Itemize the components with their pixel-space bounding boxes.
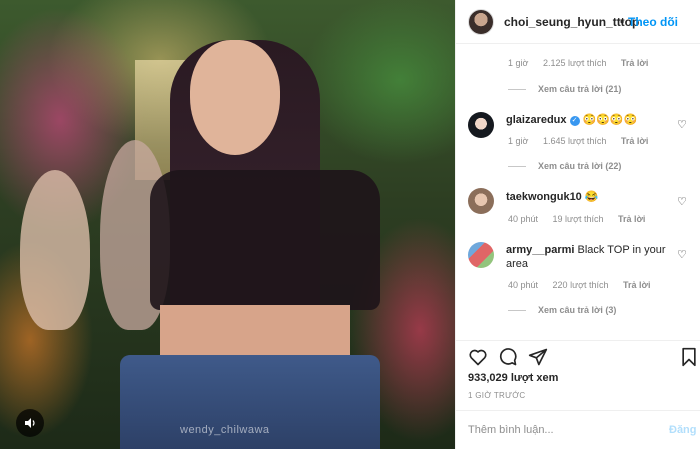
add-comment-bar: Đăng [456, 410, 700, 449]
post-comment-button[interactable]: Đăng [669, 424, 697, 436]
replies-divider [508, 309, 526, 311]
comment-meta: 1 giờ 1.645 lượt thích Trả lời [508, 136, 660, 146]
comment-meta: 1 giờ 2.125 lượt thích Trả lời [508, 58, 660, 68]
comment-time: 40 phút [508, 280, 539, 290]
view-count[interactable]: 933,029 lượt xem [468, 372, 558, 384]
comment-input[interactable] [468, 420, 648, 440]
commenter-username[interactable]: taekwonguk10 [506, 191, 582, 203]
comment-likes[interactable]: 1.645 lượt thích [543, 136, 606, 146]
bookmark-icon[interactable] [679, 347, 699, 367]
reply-button[interactable]: Trả lời [618, 214, 645, 224]
comment-likes[interactable]: 220 lượt thích [553, 280, 609, 290]
post-panel: choi_seung_hyun_tttop • Theo dõi 1 giờ 2… [455, 0, 700, 449]
commenter-avatar[interactable] [468, 242, 494, 268]
commenter-avatar[interactable] [468, 112, 494, 138]
comment-icon[interactable] [498, 347, 518, 367]
speaker-icon[interactable] [16, 409, 44, 437]
post-header: choi_seung_hyun_tttop • Theo dõi [456, 0, 700, 44]
author-avatar[interactable] [468, 9, 494, 35]
commenter-username[interactable]: army__parmi [506, 244, 575, 256]
post-actions [456, 340, 700, 370]
commenter-avatar[interactable] [468, 188, 494, 214]
main-dancer-top [150, 170, 380, 310]
comment-body: glaizaredux ✓ 😳😳😳😳 [506, 113, 666, 127]
comment-likes[interactable]: 2.125 lượt thích [543, 58, 606, 68]
comments-list[interactable]: 1 giờ 2.125 lượt thích Trả lời Xem câu t… [456, 44, 700, 334]
view-replies-label: Xem câu trả lời (22) [538, 161, 622, 171]
comment-body: army__parmi Black TOP in your area [506, 243, 666, 271]
comment-meta: 40 phút 220 lượt thích Trả lời [508, 280, 662, 290]
replies-divider [508, 88, 526, 90]
comment-meta: 40 phút 19 lượt thích Trả lời [508, 214, 657, 224]
heart-icon[interactable] [468, 347, 488, 367]
reply-button[interactable]: Trả lời [621, 58, 648, 68]
view-replies-button[interactable]: Xem câu trả lời (22) [508, 161, 621, 171]
view-replies-button[interactable]: Xem câu trả lời (21) [508, 84, 621, 94]
comment-time: 1 giờ [508, 58, 529, 68]
comment-time: 1 giờ [508, 136, 529, 146]
header-separator: • [620, 15, 625, 29]
post-video[interactable]: wendy_chilwawa [0, 0, 455, 449]
post-timestamp: 1 GIỜ TRƯỚC [468, 391, 526, 400]
main-dancer-face [190, 40, 280, 155]
replies-divider [508, 165, 526, 167]
share-icon[interactable] [528, 347, 548, 367]
reply-button[interactable]: Trả lời [623, 280, 650, 290]
comment-like-heart-icon[interactable]: ♡ [677, 248, 687, 261]
background-dancer [20, 170, 90, 330]
view-replies-label: Xem câu trả lời (21) [538, 84, 622, 94]
reply-button[interactable]: Trả lời [621, 136, 648, 146]
video-watermark: wendy_chilwawa [180, 424, 270, 436]
comment-likes[interactable]: 19 lượt thích [553, 214, 604, 224]
comment-body: taekwonguk10 😂 [506, 190, 666, 204]
commenter-username[interactable]: glaizaredux [506, 114, 567, 126]
comment-like-heart-icon[interactable]: ♡ [677, 118, 687, 131]
comment-like-heart-icon[interactable]: ♡ [677, 195, 687, 208]
comment-time: 40 phút [508, 214, 539, 224]
comment-text: 😂 [584, 191, 599, 203]
verified-badge-icon: ✓ [569, 116, 580, 126]
view-replies-button[interactable]: Xem câu trả lời (3) [508, 305, 616, 315]
follow-button[interactable]: Theo dõi [628, 15, 678, 29]
view-replies-label: Xem câu trả lời (3) [538, 305, 617, 315]
comment-text: 😳😳😳😳 [582, 114, 638, 126]
